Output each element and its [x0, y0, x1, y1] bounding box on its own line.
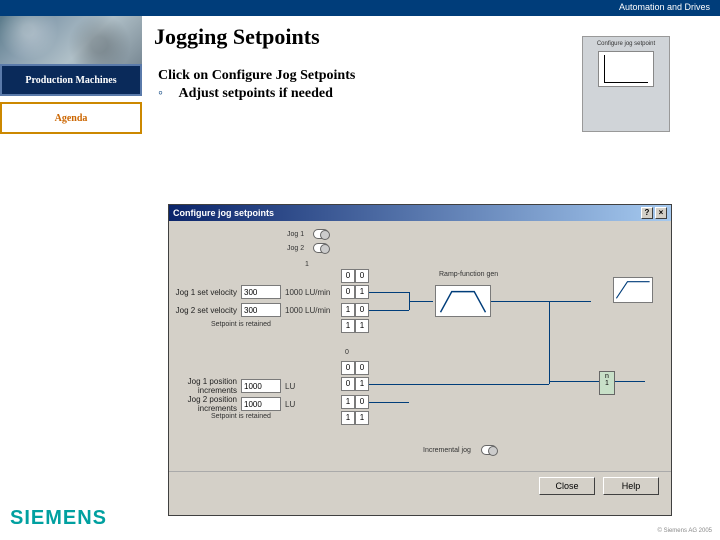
jog2-pos-field: Jog 2 position increments LU	[173, 395, 295, 413]
close-button[interactable]: Close	[539, 477, 595, 495]
bullet-text: Adjust setpoints if needed	[178, 86, 332, 101]
jog1-pos-field: Jog 1 position increments LU	[173, 377, 295, 395]
wire	[409, 301, 433, 302]
wire	[369, 402, 409, 403]
jog1-pos-input[interactable]	[241, 379, 281, 393]
jog1-velocity-input[interactable]	[241, 285, 281, 299]
wire	[549, 381, 599, 382]
topbar-text: Automation and Drives	[619, 2, 710, 12]
g1-r3c1: 1	[355, 319, 369, 333]
incremental-jog-label: Incremental jog	[423, 447, 471, 454]
field-unit: LU	[285, 400, 295, 409]
titlebar-buttons: ? ×	[641, 207, 667, 219]
help-button[interactable]: Help	[603, 477, 659, 495]
field-label: Jog 2 set velocity	[173, 306, 237, 315]
jog1-toggle-label: Jog 1	[287, 231, 304, 238]
retained1-label: Setpoint is retained	[211, 321, 271, 328]
out-top: n	[600, 373, 614, 380]
incremental-jog-switch[interactable]	[481, 445, 497, 455]
configure-jog-dialog: Configure jog setpoints ? × Jog 1 Jog 2 …	[168, 204, 672, 516]
sidebar-item-label: Agenda	[55, 113, 88, 124]
dialog-footer: Close Help	[169, 471, 671, 499]
titlebar-close-button[interactable]: ×	[655, 207, 667, 219]
wire	[549, 301, 550, 384]
jog1-velocity-field: Jog 1 set velocity 1000 LU/min	[173, 285, 330, 299]
field-label: Jog 2 position increments	[173, 395, 237, 413]
g1-r0c0: 0	[341, 269, 355, 283]
g2-r3c1: 1	[355, 411, 369, 425]
g2-r2c1: 0	[355, 395, 369, 409]
instruction-pre: Click on	[158, 68, 212, 83]
field-label: Jog 1 set velocity	[173, 288, 237, 297]
ramp-label: Ramp-function gen	[439, 271, 498, 278]
g2-r2c0: 1	[341, 395, 355, 409]
g2-r1c1: 1	[355, 377, 369, 391]
jog1-switch[interactable]	[313, 229, 329, 239]
g2-hdr: 0	[345, 349, 349, 356]
g2-r0c1: 0	[355, 361, 369, 375]
wire	[615, 381, 645, 382]
wire	[369, 310, 409, 311]
g1-r3c0: 1	[341, 319, 355, 333]
dialog-titlebar: Configure jog setpoints ? ×	[169, 205, 671, 221]
jog2-pos-input[interactable]	[241, 397, 281, 411]
sidebar-item-agenda[interactable]: Agenda	[0, 102, 142, 134]
ramp-small-box	[613, 277, 653, 303]
sidebar-item-label: Production Machines	[25, 75, 116, 86]
thumb-graph	[598, 51, 654, 87]
g2-r0c0: 0	[341, 361, 355, 375]
field-unit: 1000 LU/min	[285, 306, 330, 315]
jog2-velocity-field: Jog 2 set velocity 1000 LU/min	[173, 303, 330, 317]
jog2-toggle-label: Jog 2	[287, 245, 304, 252]
instruction-line: Click on Configure Jog Setpoints	[158, 68, 355, 84]
content: Click on Configure Jog Setpoints Adjust …	[158, 68, 355, 102]
ramp-function-box[interactable]	[435, 285, 491, 317]
dialog-title: Configure jog setpoints	[173, 208, 274, 218]
titlebar-help-button[interactable]: ?	[641, 207, 653, 219]
field-unit: 1000 LU/min	[285, 288, 330, 297]
g2-r1c0: 0	[341, 377, 355, 391]
wire	[369, 384, 549, 385]
g1-r2c0: 1	[341, 303, 355, 317]
sidebar-item-production[interactable]: Production Machines	[0, 64, 142, 96]
g1-r2c1: 0	[355, 303, 369, 317]
top-bar: Automation and Drives	[0, 0, 720, 16]
dialog-body: Jog 1 Jog 2 1 Jog 1 set velocity 1000 LU…	[169, 221, 671, 499]
bullet-item: Adjust setpoints if needed	[158, 86, 355, 102]
header-image	[0, 16, 142, 64]
jog2-velocity-input[interactable]	[241, 303, 281, 317]
jog-output-block: n 1	[599, 371, 615, 395]
sidebar: Production Machines Agenda	[0, 64, 142, 134]
g1-r1c0: 0	[341, 285, 355, 299]
brand-logo: SIEMENS	[10, 507, 107, 530]
col-hdr-1: 1	[305, 261, 309, 268]
wire	[369, 292, 409, 293]
g2-r3c0: 1	[341, 411, 355, 425]
field-label: Jog 1 position increments	[173, 377, 237, 395]
instruction-link: Configure Jog Setpoints	[212, 68, 356, 83]
retained2-label: Setpoint is retained	[211, 413, 271, 420]
wire	[491, 301, 591, 302]
g1-r1c1: 1	[355, 285, 369, 299]
g1-r0c1: 0	[355, 269, 369, 283]
footer-copyright: © Siemens AG 2005	[658, 528, 712, 534]
jog2-switch[interactable]	[313, 243, 329, 253]
thumb-title: Configure jog setpoint	[587, 41, 665, 47]
out-bot: 1	[600, 380, 614, 387]
thumbnail-panel: Configure jog setpoint	[582, 36, 670, 132]
field-unit: LU	[285, 382, 295, 391]
